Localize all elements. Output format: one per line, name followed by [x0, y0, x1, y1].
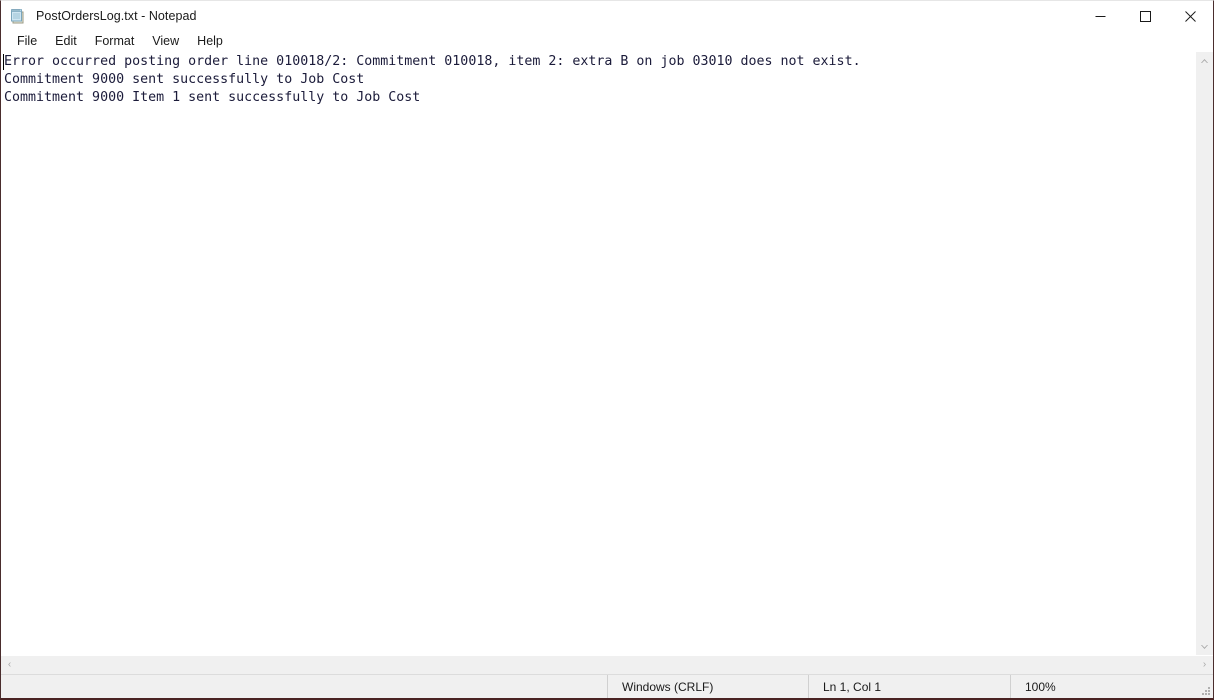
status-zoom-level: 100% [1025, 679, 1056, 694]
text-caret [3, 54, 4, 70]
notepad-window: PostOrdersLog.txt - Notepad File Edit Fo… [0, 0, 1214, 700]
text-editor[interactable]: Error occurred posting order line 010018… [1, 52, 1195, 655]
window-controls [1078, 1, 1213, 31]
menu-bar: File Edit Format View Help [1, 31, 1213, 52]
window-title: PostOrdersLog.txt - Notepad [36, 9, 197, 23]
editor-region: Error occurred posting order line 010018… [1, 52, 1213, 655]
menu-item-file[interactable]: File [8, 32, 46, 51]
minimize-button[interactable] [1078, 1, 1123, 31]
scroll-up-icon[interactable] [1196, 52, 1213, 69]
maximize-button[interactable] [1123, 1, 1168, 31]
close-button[interactable] [1168, 1, 1213, 31]
status-bar-spacer [1, 675, 608, 698]
scroll-left-icon[interactable]: ‹ [1, 656, 18, 674]
scroll-down-icon[interactable] [1196, 638, 1213, 655]
menu-item-view[interactable]: View [143, 32, 188, 51]
status-bar: Windows (CRLF) Ln 1, Col 1 100% [1, 674, 1213, 698]
notepad-icon [10, 8, 26, 24]
menu-item-edit[interactable]: Edit [46, 32, 86, 51]
menu-item-help[interactable]: Help [188, 32, 232, 51]
menu-item-format[interactable]: Format [86, 32, 144, 51]
editor-content: Error occurred posting order line 010018… [4, 54, 861, 105]
status-encoding: Windows (CRLF) [608, 675, 809, 698]
vertical-scrollbar[interactable] [1195, 52, 1213, 655]
title-bar[interactable]: PostOrdersLog.txt - Notepad [1, 1, 1213, 31]
resize-grip-icon[interactable] [1199, 684, 1210, 695]
scroll-right-icon[interactable]: › [1196, 656, 1213, 674]
status-cursor-position: Ln 1, Col 1 [809, 675, 1011, 698]
horizontal-scrollbar[interactable]: ‹ › [1, 655, 1213, 674]
